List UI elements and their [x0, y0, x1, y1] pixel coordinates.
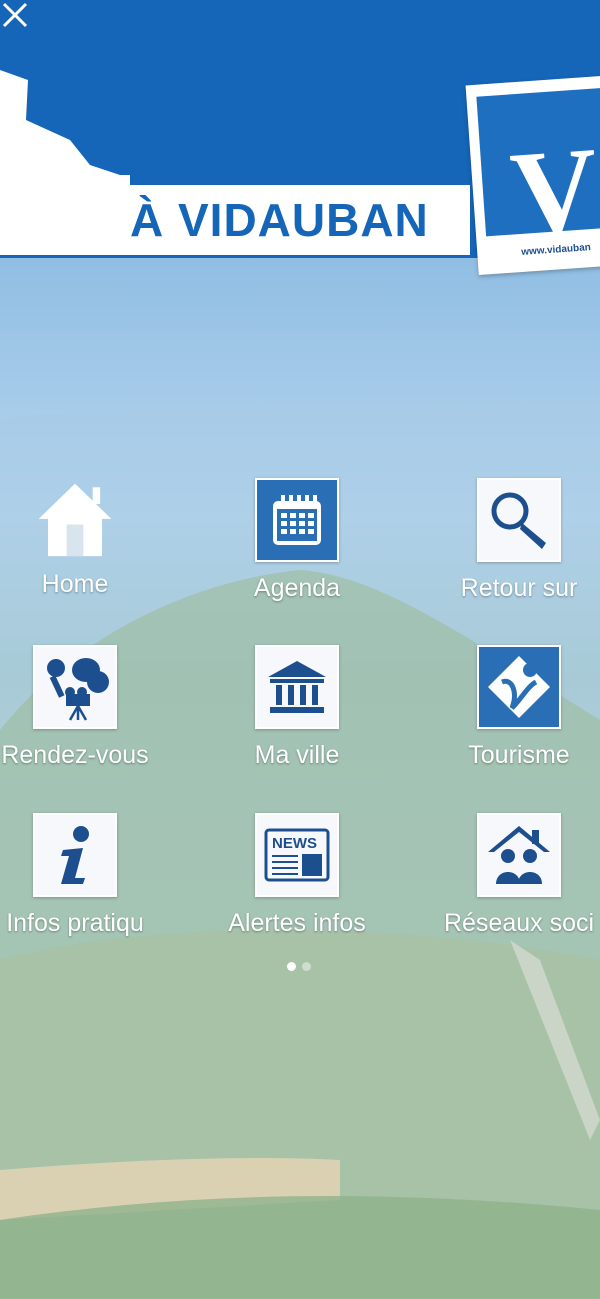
vidauban-logo: V www.vidauban — [465, 74, 600, 276]
calendar-icon — [255, 478, 339, 562]
magnifier-icon — [477, 478, 561, 562]
people-house-icon — [477, 813, 561, 897]
welcome-title-line1: BIENVENUE — [130, 138, 379, 184]
info-icon — [33, 813, 117, 897]
menu-label: Alertes infos — [228, 909, 366, 937]
menu-item-home[interactable]: Home — [0, 478, 165, 599]
menu-label: Ma ville — [254, 741, 340, 769]
welcome-title-line2: À VIDAUBAN — [130, 194, 429, 246]
close-button[interactable] — [0, 0, 34, 34]
culture-icon — [33, 645, 117, 729]
townhall-icon — [255, 645, 339, 729]
menu-label: Tourisme — [468, 741, 570, 769]
menu-label: Retour sur — [460, 574, 578, 602]
menu-label: Agenda — [253, 574, 341, 602]
news-icon: NEWS — [255, 813, 339, 897]
menu-item-tourisme[interactable]: Tourisme — [429, 645, 600, 770]
svg-text:NEWS: NEWS — [272, 835, 317, 852]
menu-item-reseaux-sociaux[interactable]: Réseaux soci — [429, 813, 600, 938]
tourism-icon — [477, 645, 561, 729]
menu-label: Rendez-vous — [1, 741, 149, 769]
page-dot-active[interactable] — [287, 962, 296, 971]
menu-item-ma-ville[interactable]: Ma ville — [207, 645, 387, 770]
logo-letter: V — [506, 121, 600, 261]
menu-item-rendez-vous[interactable]: Rendez-vous — [0, 645, 165, 770]
menu-label: Home — [41, 570, 109, 598]
menu-label: Infos pratiqu — [6, 909, 144, 937]
logo-background: V — [476, 86, 600, 260]
menu-item-agenda[interactable]: Agenda — [207, 478, 387, 603]
menu-label: Réseaux soci — [443, 909, 595, 937]
menu-item-alertes-infos[interactable]: NEWS Alertes infos — [207, 813, 387, 938]
house-icon — [35, 478, 115, 558]
page-indicator — [284, 958, 314, 976]
header-banner: BIENVENUE À VIDAUBAN V www.vidauban — [0, 0, 600, 276]
close-icon — [2, 2, 28, 28]
menu-item-infos-pratiques[interactable]: Infos pratiqu — [0, 813, 165, 938]
menu-item-retour-sur[interactable]: Retour sur — [429, 478, 600, 603]
page-dot[interactable] — [302, 962, 311, 971]
